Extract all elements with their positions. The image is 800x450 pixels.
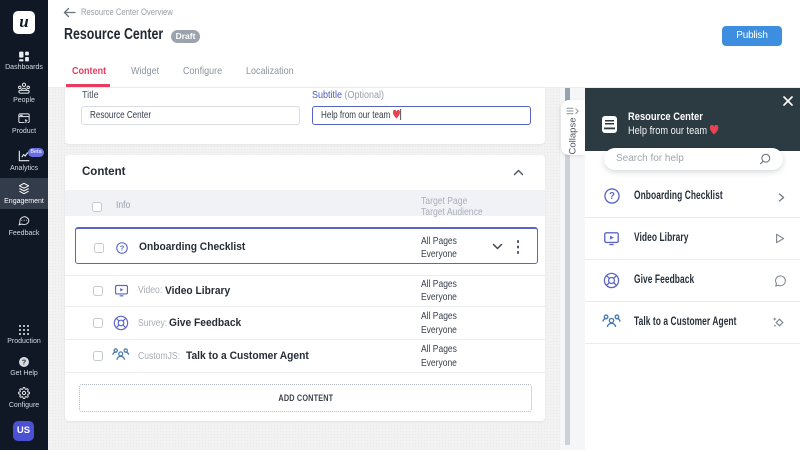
svg-text:?: ?: [22, 360, 26, 367]
svg-text:?: ?: [609, 191, 615, 202]
svg-text:?: ?: [119, 243, 124, 252]
